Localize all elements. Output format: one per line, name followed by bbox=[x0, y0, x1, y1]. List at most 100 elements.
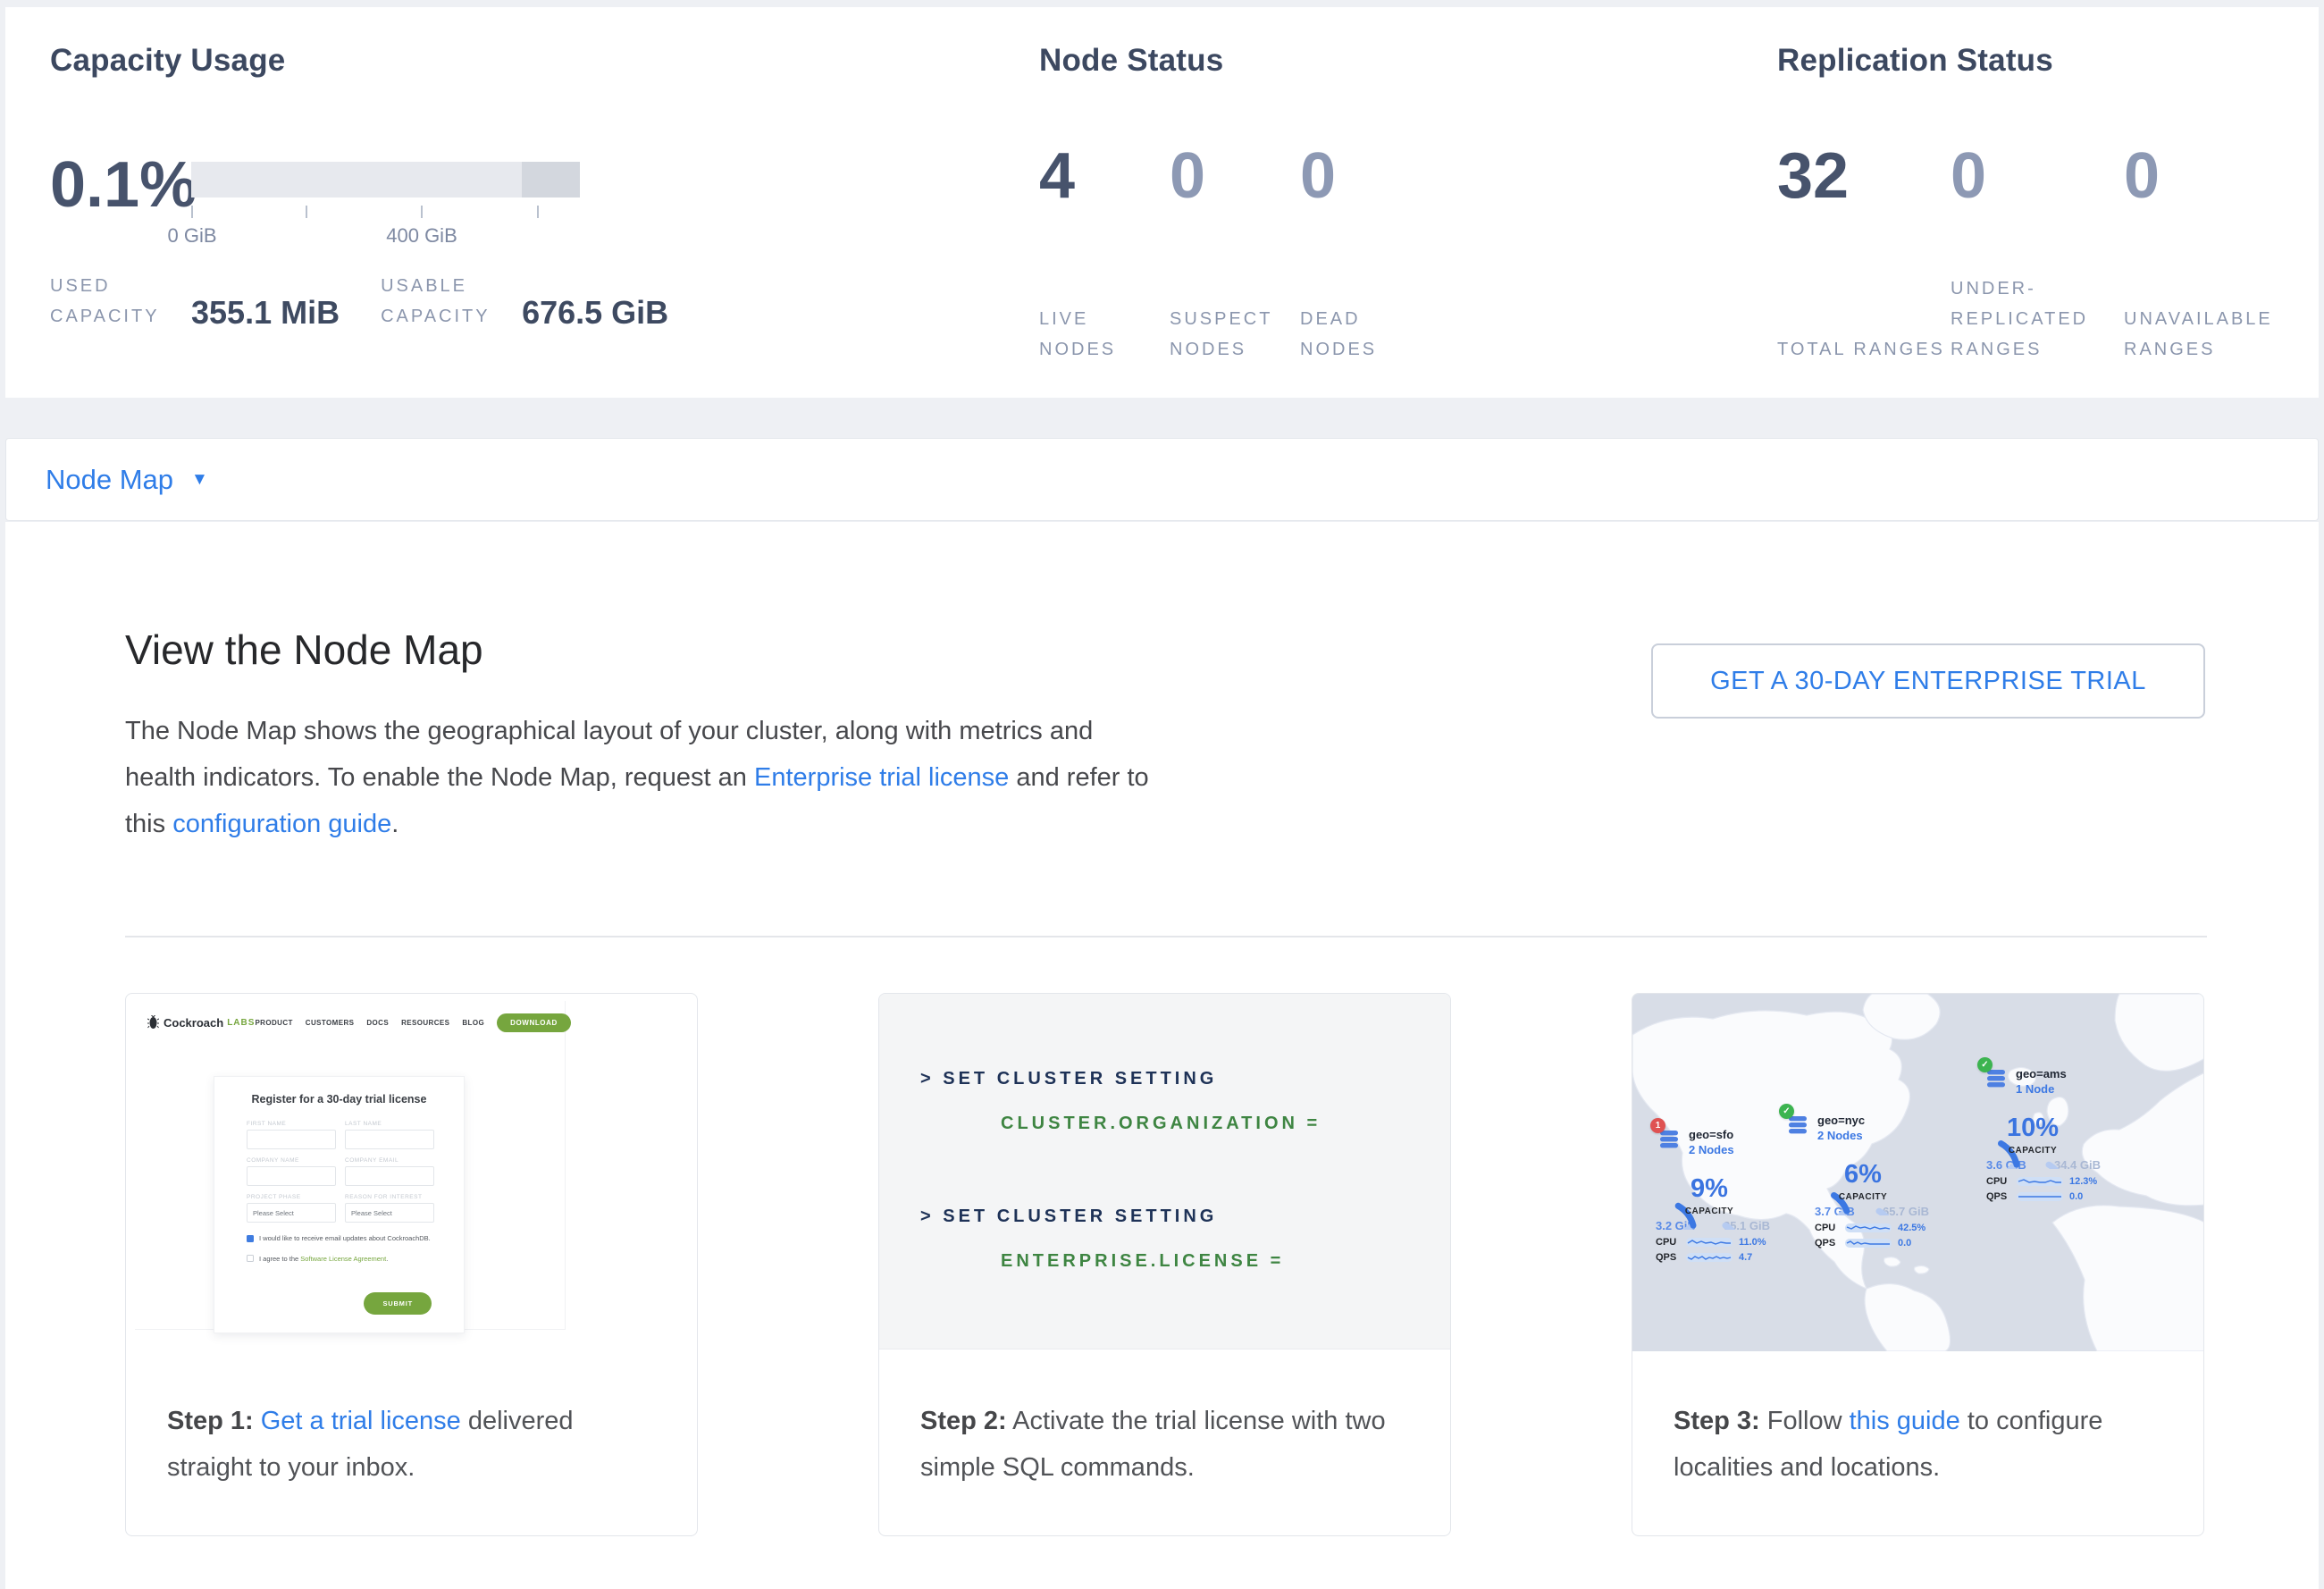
node-status-title: Node Status bbox=[1039, 43, 1223, 79]
usable-capacity-label: USABLE CAPACITY bbox=[381, 271, 522, 332]
healthy-check-icon bbox=[1977, 1057, 1993, 1072]
brand-name: Cockroach bbox=[164, 1016, 223, 1030]
step2-prefix: Step 2: bbox=[920, 1407, 1007, 1435]
step3-card: 1 geo=sfo 2 Nodes bbox=[1632, 993, 2204, 1536]
trial-registration-screenshot: Cockroach LABS PRODUCT CUSTOMERS DOCS RE… bbox=[135, 1001, 566, 1330]
axis-tick-label: 400 GiB bbox=[359, 224, 484, 248]
under-replicated-ranges-value: 0 bbox=[1951, 139, 2124, 213]
dead-nodes-label: DEAD NODES bbox=[1300, 304, 1430, 365]
sql-command-1: > SET CLUSTER SETTING bbox=[920, 1069, 1217, 1089]
configuration-guide-link[interactable]: configuration guide bbox=[172, 810, 391, 838]
cpu-sparkline bbox=[2017, 1177, 2063, 1186]
view-selector-dropdown[interactable]: Node Map ▼ bbox=[5, 438, 2319, 521]
node-status-section: Node Status 4 0 0 LIVE NODES SUSPECT NOD… bbox=[1039, 43, 1223, 79]
view-selector-label[interactable]: Node Map bbox=[46, 464, 173, 496]
capacity-gauge: 6% CAPACITY bbox=[1820, 1146, 1906, 1215]
checkbox-unchecked-icon bbox=[247, 1255, 254, 1262]
nav-item-resources: RESOURCES bbox=[401, 1019, 449, 1027]
usable-capacity-value: 676.5 GiB bbox=[522, 294, 668, 332]
cpu-metric-row: CPU 11.0% bbox=[1656, 1237, 1770, 1248]
locality-ams-header: geo=ams 1 Node bbox=[1979, 1067, 2101, 1096]
node-map-preview: 1 geo=sfo 2 Nodes bbox=[1632, 994, 2203, 1351]
replication-status-section: Replication Status 32 0 0 TOTAL RANGES U… bbox=[1777, 43, 2053, 79]
capacity-bar: 0 GiB 400 GiB bbox=[191, 162, 580, 198]
axis-tick bbox=[421, 206, 423, 218]
step1-caption: Step 1: Get a trial license delivered st… bbox=[126, 1351, 697, 1535]
axis-tick-label: 0 GiB bbox=[130, 224, 255, 248]
capacity-label: CAPACITY bbox=[1666, 1206, 1752, 1216]
cpu-value: 12.3% bbox=[2069, 1176, 2097, 1187]
nav-item-blog: BLOG bbox=[462, 1019, 484, 1027]
intro-text-3: . bbox=[391, 810, 399, 838]
step1-card: Cockroach LABS PRODUCT CUSTOMERS DOCS RE… bbox=[125, 993, 698, 1536]
locality-name: geo=ams bbox=[2016, 1067, 2067, 1080]
capacity-label: CAPACITY bbox=[1990, 1146, 2076, 1156]
nav-item-customers: CUSTOMERS bbox=[306, 1019, 355, 1027]
axis-tick bbox=[191, 206, 193, 218]
capacity-percent: 6% bbox=[1820, 1160, 1906, 1190]
minisite-nav: PRODUCT CUSTOMERS DOCS RESOURCES BLOG DO… bbox=[255, 1013, 570, 1032]
qps-metric-row: QPS 0.0 bbox=[1815, 1238, 1929, 1248]
capacity-stats: USED CAPACITY 355.1 MiB USABLE CAPACITY … bbox=[50, 271, 668, 332]
form-title: Register for a 30-day trial license bbox=[214, 1093, 464, 1106]
cpu-sparkline bbox=[1845, 1223, 1892, 1232]
sql-code-block: > SET CLUSTER SETTING CLUSTER.ORGANIZATI… bbox=[879, 994, 1450, 1349]
capacity-usage-title: Capacity Usage bbox=[50, 43, 285, 79]
replication-status-title: Replication Status bbox=[1777, 43, 2053, 79]
axis-tick bbox=[306, 206, 307, 218]
live-nodes-label: LIVE NODES bbox=[1039, 304, 1170, 365]
nav-item-docs: DOCS bbox=[366, 1019, 389, 1027]
sql-setting-2: ENTERPRISE.LICENSE = bbox=[1001, 1251, 1284, 1272]
qps-value: 0.0 bbox=[1898, 1238, 1911, 1248]
locality-nyc: geo=nyc 2 Nodes 6% CAPACITY 3.7 GiB bbox=[1781, 1114, 1929, 1248]
project-phase-select: Please Select bbox=[247, 1203, 336, 1223]
qps-value: 4.7 bbox=[1739, 1252, 1752, 1263]
capacity-bar-track bbox=[191, 162, 580, 198]
qps-sparkline bbox=[2017, 1192, 2063, 1201]
qps-value: 0.0 bbox=[2069, 1191, 2083, 1202]
locality-ams: geo=ams 1 Node 10% CAPACITY 3.6 GiB bbox=[1979, 1067, 2101, 1202]
license-agreement-label: I agree to the Software License Agreemen… bbox=[259, 1255, 388, 1264]
cluster-summary-panel: Capacity Usage 0.1% 0 GiB 400 GiB USED C… bbox=[5, 7, 2319, 398]
step1-prefix: Step 1: bbox=[167, 1407, 254, 1435]
download-button: DOWNLOAD bbox=[497, 1013, 571, 1032]
software-license-agreement-link: Software License Agreement bbox=[300, 1255, 386, 1263]
capacity-label: CAPACITY bbox=[1820, 1192, 1906, 1202]
enterprise-trial-license-link[interactable]: Enterprise trial license bbox=[754, 763, 1009, 792]
locality-node-count: 2 Nodes bbox=[1817, 1129, 1865, 1142]
suspect-nodes-value: 0 bbox=[1170, 139, 1300, 213]
email-updates-checkbox-row: I would like to receive email updates ab… bbox=[247, 1234, 432, 1243]
locality-node-count: 2 Nodes bbox=[1689, 1143, 1734, 1156]
replication-labels: TOTAL RANGES UNDER-REPLICATED RANGES UNA… bbox=[1777, 273, 2297, 365]
get-trial-license-link[interactable]: Get a trial license bbox=[261, 1407, 461, 1435]
qps-metric-row: QPS 0.0 bbox=[1986, 1191, 2101, 1202]
used-capacity-value: 355.1 MiB bbox=[191, 294, 340, 332]
capacity-percent: 9% bbox=[1666, 1174, 1752, 1204]
enterprise-trial-button[interactable]: GET A 30-DAY ENTERPRISE TRIAL bbox=[1651, 643, 2205, 719]
step3-prefix: Step 3: bbox=[1674, 1407, 1760, 1435]
sql-command-2: > SET CLUSTER SETTING bbox=[920, 1206, 1217, 1227]
cpu-metric-row: CPU 42.5% bbox=[1815, 1223, 1929, 1233]
step2-caption: Step 2: Activate the trial license with … bbox=[879, 1351, 1450, 1535]
capacity-percent: 10% bbox=[1990, 1114, 2076, 1143]
cluster-overview-page: Capacity Usage 0.1% 0 GiB 400 GiB USED C… bbox=[0, 0, 2324, 1589]
qps-metric-row: QPS 4.7 bbox=[1656, 1252, 1770, 1263]
form-fields: FIRST NAME LAST NAME COMPANY NAME COMPAN… bbox=[247, 1113, 432, 1223]
cpu-sparkline bbox=[1686, 1238, 1733, 1247]
cpu-metric-row: CPU 12.3% bbox=[1986, 1176, 2101, 1187]
used-capacity-label: USED CAPACITY bbox=[50, 271, 191, 332]
trial-license-form: Register for a 30-day trial license FIRS… bbox=[214, 1076, 465, 1333]
step3-caption: Step 3: Follow this guide to configure l… bbox=[1632, 1351, 2203, 1535]
total-ranges-label: TOTAL RANGES bbox=[1777, 334, 1951, 365]
minisite-header: Cockroach LABS PRODUCT CUSTOMERS DOCS RE… bbox=[135, 1001, 565, 1032]
field-label: PROJECT PHASE bbox=[247, 1194, 336, 1200]
field-label: REASON FOR INTEREST bbox=[345, 1194, 434, 1200]
dead-nodes-value: 0 bbox=[1300, 139, 1430, 213]
under-replicated-ranges-label: UNDER-REPLICATED RANGES bbox=[1951, 273, 2124, 365]
brand-suffix: LABS bbox=[227, 1018, 255, 1028]
company-name-field bbox=[247, 1166, 336, 1186]
unavailable-ranges-label: UNAVAILABLE RANGES bbox=[2124, 304, 2297, 365]
locality-nyc-header: geo=nyc 2 Nodes bbox=[1781, 1114, 1929, 1142]
axis-tick bbox=[537, 206, 539, 218]
this-guide-link[interactable]: this guide bbox=[1850, 1407, 1960, 1435]
